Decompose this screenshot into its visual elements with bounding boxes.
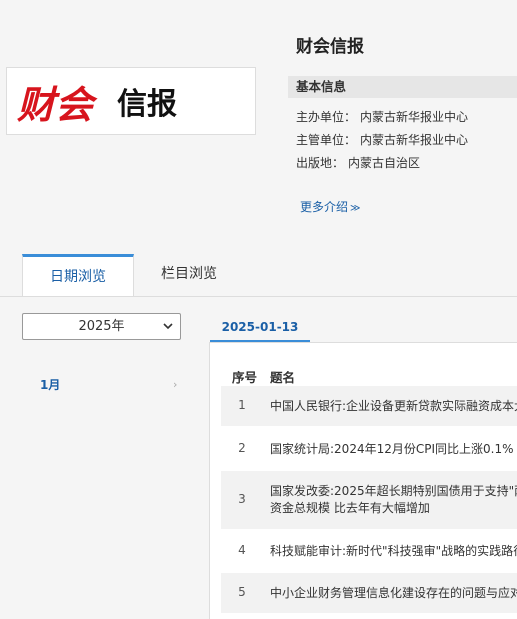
tab-date-browse[interactable]: 日期浏览: [22, 254, 134, 297]
table-row: 3 国家发改委:2025年超长期特别国债用于支持"两 资金总规模 比去年有大幅增…: [221, 471, 517, 529]
month-item-1[interactable]: 1月: [40, 376, 60, 393]
logo-black-text: 信报: [117, 87, 177, 122]
logo-red-text: 财会: [17, 82, 98, 127]
table-row: 2 国家统计局:2024年12月份CPI同比上涨0.1%: [221, 429, 517, 469]
info-label: 主管单位：: [296, 133, 357, 147]
row-num: 2: [238, 441, 246, 455]
row-num: 5: [238, 585, 246, 599]
tab-label: 日期浏览: [50, 269, 106, 285]
basic-info-heading: 基本信息: [288, 76, 517, 98]
more-intro-link[interactable]: 更多介绍 ≫: [300, 198, 360, 215]
double-chevron-down-icon: ≫: [350, 203, 361, 214]
year-select-value: 2025年: [78, 319, 125, 334]
row-title-link[interactable]: 国家统计局:2024年12月份CPI同比上涨0.1%: [270, 441, 514, 458]
table-row: 1 中国人民银行:企业设备更新贷款实际融资成本大: [221, 386, 517, 426]
info-value: 内蒙古新华报业中心: [360, 110, 469, 124]
row-num: 1: [238, 398, 246, 412]
table-row: 4 科技赋能审计:新时代"科技强审"战略的实践路径: [221, 531, 517, 571]
info-label: 主办单位：: [296, 110, 357, 124]
article-table: 序号 题名 1 中国人民银行:企业设备更新贷款实际融资成本大 2 国家统计局:2…: [209, 342, 517, 619]
chevron-right-icon: ›: [173, 378, 178, 391]
table-row: 5 中小企业财务管理信息化建设存在的问题与应对: [221, 573, 517, 613]
chevron-down-icon: [163, 323, 173, 330]
info-row-place: 出版地： 内蒙古自治区: [296, 154, 420, 171]
tabs-divider: [0, 296, 517, 297]
row-title-link[interactable]: 中国人民银行:企业设备更新贷款实际融资成本大: [270, 398, 517, 415]
header-title: 题名: [270, 370, 296, 385]
row-title-link[interactable]: 国家发改委:2025年超长期特别国债用于支持"两: [270, 483, 517, 500]
year-select[interactable]: 2025年: [22, 313, 181, 340]
row-title-link[interactable]: 中小企业财务管理信息化建设存在的问题与应对: [270, 585, 517, 602]
info-row-host: 主办单位： 内蒙古新华报业中心: [296, 108, 468, 125]
info-value: 内蒙古新华报业中心: [360, 133, 469, 147]
info-value: 内蒙古自治区: [348, 156, 421, 170]
info-label: 出版地：: [296, 156, 345, 170]
date-tab[interactable]: 2025-01-13: [210, 316, 310, 342]
more-intro-label: 更多介绍: [300, 200, 349, 214]
tab-column-browse[interactable]: 栏目浏览: [150, 254, 228, 297]
tab-label: 栏目浏览: [161, 266, 217, 282]
row-num: 3: [238, 492, 246, 506]
info-row-supervisor: 主管单位： 内蒙古新华报业中心: [296, 131, 468, 148]
row-title-link[interactable]: 科技赋能审计:新时代"科技强审"战略的实践路径: [270, 543, 517, 560]
row-title-link-line2[interactable]: 资金总规模 比去年有大幅增加: [270, 500, 430, 517]
journal-logo-image: 财会 信报: [17, 82, 177, 127]
row-num: 4: [238, 543, 246, 557]
journal-logo: 财会 信报: [6, 67, 256, 135]
header-num: 序号: [232, 370, 258, 385]
journal-title: 财会信报: [296, 37, 364, 57]
